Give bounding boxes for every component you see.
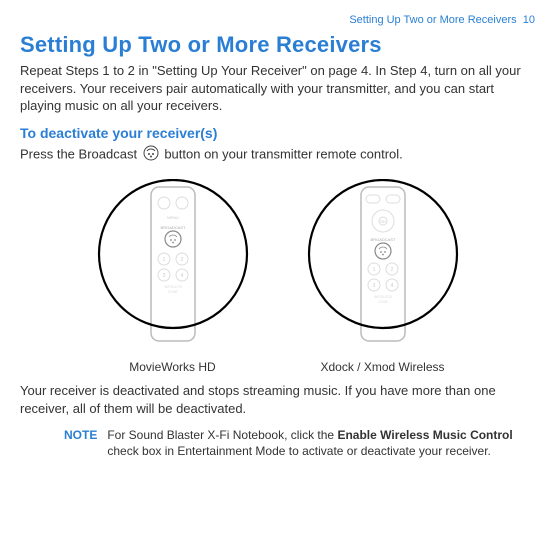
figure-right-caption: Xdock / Xmod Wireless [298, 360, 468, 374]
note-block: NOTE For Sound Blaster X-Fi Notebook, cl… [20, 427, 535, 459]
page-header: Setting Up Two or More Receivers 10 [20, 14, 535, 26]
svg-text:ZONE: ZONE [168, 290, 178, 294]
svg-text:OK: OK [380, 219, 386, 224]
press-line-b: button on your transmitter remote contro… [164, 146, 402, 161]
note-text: For Sound Blaster X-Fi Notebook, click t… [107, 427, 535, 459]
broadcast-icon [143, 145, 159, 166]
figures-row: MENU BROADCAST 1 2 3 4 WIRELESS ZONE CRE… [20, 179, 535, 374]
note-text-b: check box in Entertainment Mode to activ… [107, 444, 491, 458]
deactivate-subhead: To deactivate your receiver(s) [20, 125, 535, 141]
note-bold: Enable Wireless Music Control [337, 428, 512, 442]
svg-text:2: 2 [180, 257, 183, 263]
svg-text:MENU: MENU [167, 215, 179, 220]
page-title: Setting Up Two or More Receivers [20, 32, 535, 58]
xdock-remote-illustration: OK BROADCAST 1 2 3 4 WIRELESS ZONE CREAT… [298, 179, 468, 349]
svg-text:3: 3 [372, 283, 375, 289]
header-pageno: 10 [523, 14, 535, 26]
note-label: NOTE [64, 427, 97, 459]
note-text-a: For Sound Blaster X-Fi Notebook, click t… [107, 428, 337, 442]
figure-right: OK BROADCAST 1 2 3 4 WIRELESS ZONE CREAT… [298, 179, 468, 374]
figure-left: MENU BROADCAST 1 2 3 4 WIRELESS ZONE CRE… [88, 179, 258, 374]
press-line-a: Press the Broadcast [20, 146, 137, 161]
svg-text:1: 1 [372, 267, 375, 273]
svg-text:BROADCAST: BROADCAST [160, 225, 185, 230]
svg-text:BROADCAST: BROADCAST [370, 237, 395, 242]
svg-text:2: 2 [390, 267, 393, 273]
figure-left-caption: MovieWorks HD [88, 360, 258, 374]
after-figure-paragraph: Your receiver is deactivated and stops s… [20, 382, 535, 417]
intro-paragraph: Repeat Steps 1 to 2 in "Setting Up Your … [20, 62, 535, 115]
svg-text:WIRELESS: WIRELESS [163, 285, 182, 289]
movieworks-remote-illustration: MENU BROADCAST 1 2 3 4 WIRELESS ZONE CRE… [88, 179, 258, 349]
svg-text:4: 4 [390, 283, 393, 289]
svg-text:WIRELESS: WIRELESS [373, 295, 392, 299]
svg-text:1: 1 [162, 257, 165, 263]
press-broadcast-line: Press the Broadcast button on your trans… [20, 145, 535, 166]
svg-text:ZONE: ZONE [378, 300, 388, 304]
svg-text:4: 4 [180, 273, 183, 279]
svg-text:3: 3 [162, 273, 165, 279]
header-section: Setting Up Two or More Receivers [349, 14, 516, 26]
